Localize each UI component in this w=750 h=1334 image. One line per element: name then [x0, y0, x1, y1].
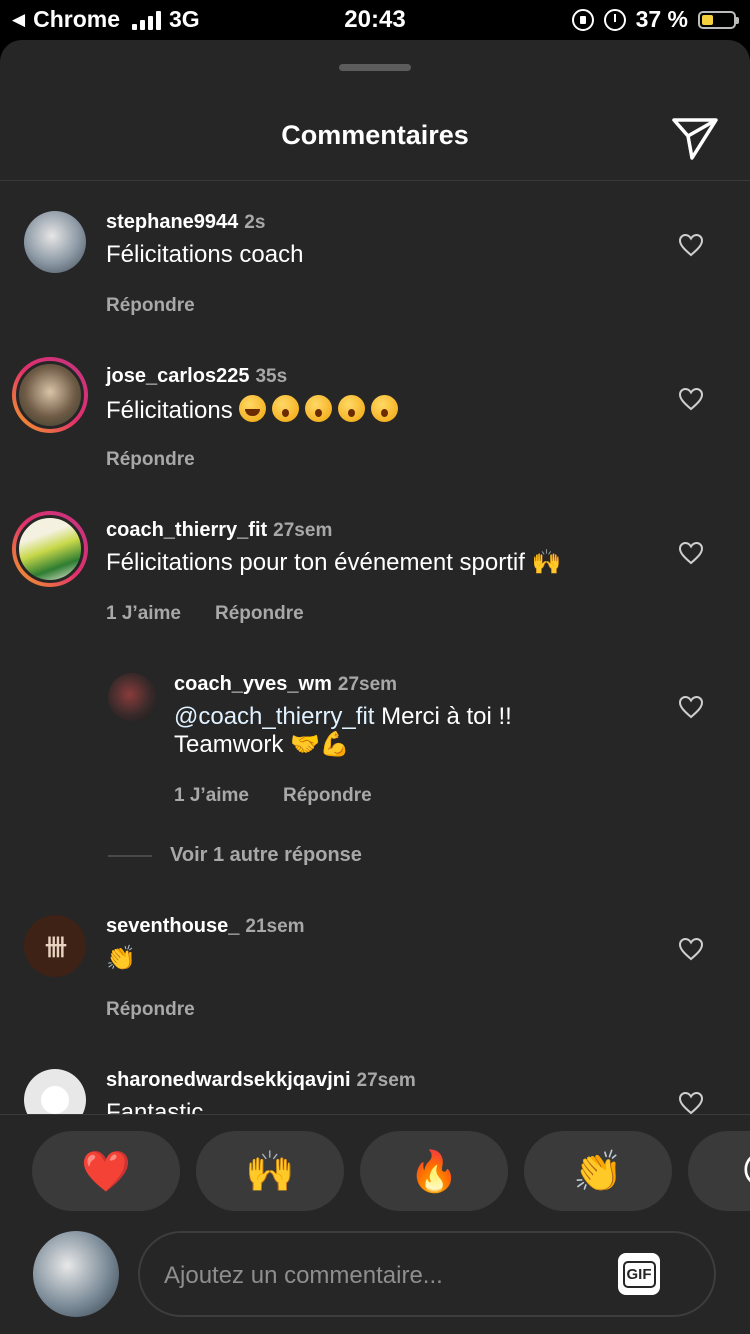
avatar	[16, 361, 84, 429]
quick-reactions-bar[interactable]: ❤️ 🙌 🔥 👏 😢	[32, 1131, 750, 1211]
battery-percent: 37 %	[635, 6, 688, 32]
comment-item: stephane9944 2s Félicitations coach Répon…	[0, 211, 750, 331]
heart-icon[interactable]	[678, 541, 704, 565]
comment-actions: 1 J’aime Répondre	[174, 785, 372, 807]
comment-actions: Répondre	[106, 449, 195, 471]
wow-emoji	[271, 395, 299, 422]
comments-sheet: Commentaires stephane9944 2s Félicitation…	[0, 40, 750, 1334]
comment-item: sharonedwardsekkjqavjni 27sem Fantastic	[0, 1069, 750, 1114]
laugh-emoji	[238, 395, 266, 422]
battery-icon	[698, 10, 739, 29]
comment-text: Fantastic	[106, 1099, 204, 1114]
comment-username[interactable]: coach_yves_wm	[174, 673, 332, 695]
likes-count-button[interactable]: 1 J’aime	[106, 603, 181, 625]
wow-emoji	[304, 395, 332, 422]
gif-label: GIF	[622, 1260, 656, 1288]
comment-list[interactable]: stephane9944 2s Félicitations coach Répon…	[0, 181, 750, 1114]
avatar[interactable]: 卌	[24, 915, 86, 977]
status-right: 37 %	[571, 6, 739, 33]
comment-time: 27sem	[356, 1070, 416, 1091]
avatar[interactable]	[108, 673, 156, 721]
reaction-fire-button[interactable]: 🔥	[360, 1131, 508, 1211]
heart-icon[interactable]	[678, 695, 704, 719]
comment-item: jose_carlos225 35s Félicitations Répondre	[0, 357, 750, 485]
heart-icon[interactable]	[678, 387, 704, 411]
avatar-story-ring[interactable]	[12, 357, 88, 433]
comment-text: Félicitations coach	[106, 241, 304, 268]
heart-icon[interactable]	[678, 233, 704, 257]
likes-count-button[interactable]: 1 J’aime	[174, 785, 249, 807]
wow-emoji	[370, 395, 398, 422]
comment-username[interactable]: sharonedwardsekkjqavjni	[106, 1069, 351, 1091]
comment-text: 👏	[106, 945, 136, 972]
avatar[interactable]	[24, 1069, 86, 1114]
share-button[interactable]	[670, 112, 720, 162]
comment-actions: Répondre	[106, 999, 195, 1021]
comment-time: 2s	[244, 212, 266, 233]
comment-actions: 1 J’aime Répondre	[106, 603, 304, 625]
wow-emoji	[337, 395, 365, 422]
brand-logo-icon: 卌	[44, 935, 67, 960]
reaction-heart-button[interactable]: ❤️	[32, 1131, 180, 1211]
heart-icon[interactable]	[678, 937, 704, 961]
reply-button[interactable]: Répondre	[106, 449, 195, 471]
reaction-clap-button[interactable]: 👏	[524, 1131, 672, 1211]
comment-actions: Répondre	[106, 295, 195, 317]
divider-line	[108, 854, 152, 857]
comment-time: 21sem	[245, 916, 305, 937]
comment-text-line: Félicitations	[106, 395, 398, 425]
page-title: Commentaires	[281, 120, 469, 150]
send-icon	[672, 118, 718, 160]
reaction-cry-button[interactable]: 😢	[688, 1131, 750, 1211]
reaction-raised-hands-button[interactable]: 🙌	[196, 1131, 344, 1211]
comment-text: Félicitations pour ton événement sportif…	[106, 549, 562, 576]
comment-text: Félicitations	[106, 397, 233, 424]
comment-input-container[interactable]: GIF	[138, 1231, 716, 1317]
comment-time: 27sem	[337, 674, 398, 695]
default-avatar-icon	[41, 1086, 69, 1114]
reply-button[interactable]: Répondre	[215, 603, 304, 625]
reply-button[interactable]: Répondre	[106, 295, 195, 317]
comment-username[interactable]: coach_thierry_fit	[106, 519, 267, 541]
comment-time: 35s	[255, 366, 288, 387]
avatar	[16, 515, 84, 583]
avatar[interactable]	[24, 211, 86, 273]
current-user-avatar	[33, 1231, 119, 1317]
comment-username[interactable]: stephane9944	[106, 211, 238, 233]
reply-item: coach_yves_wm 27sem @coach_thierry_fit Me…	[0, 673, 750, 823]
view-more-replies-button[interactable]: Voir 1 autre réponse	[108, 844, 362, 867]
sheet-grabber[interactable]	[339, 64, 411, 71]
avatar-story-ring[interactable]	[12, 511, 88, 587]
comment-username[interactable]: seventhouse_	[106, 915, 239, 937]
comment-item: 卌 seventhouse_ 21sem 👏 Répondre	[0, 915, 750, 1035]
comment-item: coach_thierry_fit 27sem Félicitations pou…	[0, 511, 750, 639]
view-more-replies-label: Voir 1 autre réponse	[170, 844, 362, 866]
comment-input[interactable]	[162, 1253, 596, 1299]
heart-icon[interactable]	[678, 1091, 704, 1114]
mention-link[interactable]: @coach_thierry_fit	[174, 703, 374, 730]
reply-button[interactable]: Répondre	[106, 999, 195, 1021]
comment-username[interactable]: jose_carlos225	[106, 365, 249, 387]
comment-text-line: @coach_thierry_fit Merci à toi !! Teamwo…	[174, 703, 614, 759]
status-bar: ◀ Chrome 3G 20:43 37 %	[0, 0, 750, 40]
gif-button[interactable]: GIF	[618, 1253, 660, 1295]
rotation-lock-icon	[571, 8, 594, 31]
comment-composer: ❤️ 🙌 🔥 👏 😢 GIF	[0, 1114, 750, 1334]
alarm-icon	[603, 8, 626, 31]
reply-button[interactable]: Répondre	[283, 785, 372, 807]
comment-time: 27sem	[273, 520, 333, 541]
